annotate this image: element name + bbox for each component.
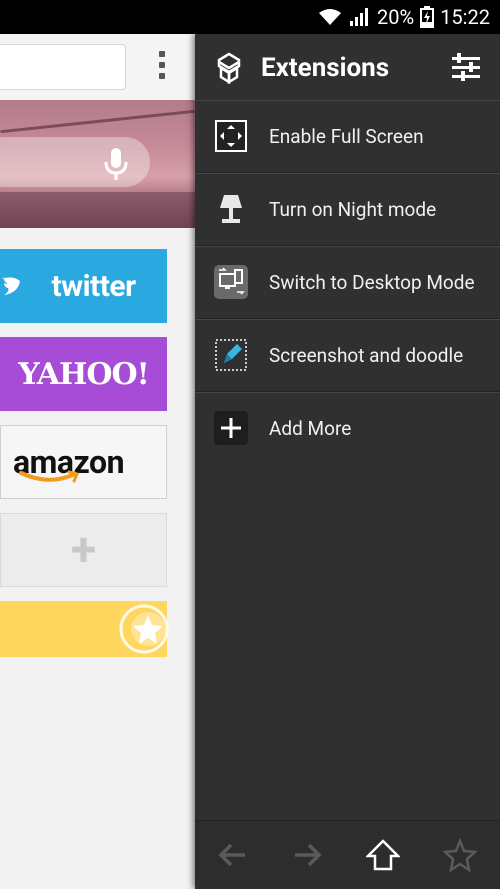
ext-item-label: Switch to Desktop Mode bbox=[269, 271, 475, 294]
add-icon bbox=[214, 411, 248, 445]
ext-item-full-screen[interactable]: Enable Full Screen bbox=[195, 100, 500, 173]
extensions-panel: Extensions Enable Full Screen Turn on Ni… bbox=[195, 34, 500, 889]
overflow-menu-icon[interactable] bbox=[150, 48, 174, 88]
ext-item-label: Screenshot and doodle bbox=[269, 344, 464, 367]
browser-toolbar bbox=[0, 34, 195, 101]
yahoo-logo-text: YAHOO! bbox=[18, 356, 150, 392]
speed-dial-yahoo[interactable]: YAHOO! bbox=[0, 337, 167, 411]
bottom-nav-bar bbox=[195, 820, 500, 889]
ext-item-night-mode[interactable]: Turn on Night mode bbox=[195, 173, 500, 246]
lamp-icon bbox=[220, 195, 242, 223]
speed-dial-amazon[interactable]: amazon bbox=[0, 425, 167, 499]
ext-item-label: Add More bbox=[269, 417, 352, 440]
extensions-header: Extensions bbox=[195, 34, 500, 100]
home-icon[interactable] bbox=[366, 838, 400, 872]
extensions-title: Extensions bbox=[261, 53, 390, 83]
water-image bbox=[0, 192, 195, 228]
ext-item-label: Turn on Night mode bbox=[269, 198, 437, 221]
twitter-logo-text: twitter bbox=[51, 268, 136, 304]
twitter-bird-icon bbox=[2, 277, 20, 295]
ext-item-label: Enable Full Screen bbox=[269, 125, 424, 148]
speed-dial-favorites[interactable] bbox=[0, 601, 169, 657]
speed-dial-add[interactable]: + bbox=[0, 513, 167, 587]
extensions-list: Enable Full Screen Turn on Night mode Sw… bbox=[195, 100, 500, 464]
screen: 20% 15:22 twitter YAHOO! amazon + Extens… bbox=[0, 0, 500, 889]
back-icon[interactable] bbox=[215, 838, 249, 872]
battery-percent: 20% bbox=[377, 5, 415, 29]
star-badge-icon bbox=[119, 604, 169, 654]
speed-dial-twitter[interactable]: twitter bbox=[0, 249, 167, 323]
clock: 15:22 bbox=[440, 5, 490, 29]
hero-banner bbox=[0, 100, 195, 228]
url-bar[interactable] bbox=[0, 44, 126, 90]
ext-item-add-more[interactable]: Add More bbox=[195, 392, 500, 464]
star-icon[interactable] bbox=[443, 838, 477, 872]
desktop-mode-icon bbox=[214, 265, 248, 299]
extensions-logo-icon bbox=[217, 52, 241, 84]
ext-item-screenshot-doodle[interactable]: Screenshot and doodle bbox=[195, 319, 500, 392]
ext-item-desktop-mode[interactable]: Switch to Desktop Mode bbox=[195, 246, 500, 319]
battery-charging-icon bbox=[420, 6, 435, 28]
forward-icon[interactable] bbox=[291, 838, 325, 872]
fullscreen-icon bbox=[215, 120, 247, 152]
doodle-icon bbox=[215, 339, 247, 371]
add-tile-plus: + bbox=[70, 523, 97, 577]
mic-icon[interactable] bbox=[102, 147, 130, 181]
settings-sliders-icon[interactable] bbox=[449, 51, 483, 85]
browser-pane[interactable]: twitter YAHOO! amazon + bbox=[0, 34, 195, 889]
bridge-image bbox=[0, 109, 195, 134]
amazon-smile-icon bbox=[19, 470, 80, 483]
wifi-icon bbox=[319, 9, 342, 25]
status-bar: 20% 15:22 bbox=[0, 0, 500, 34]
signal-icon bbox=[350, 8, 369, 26]
